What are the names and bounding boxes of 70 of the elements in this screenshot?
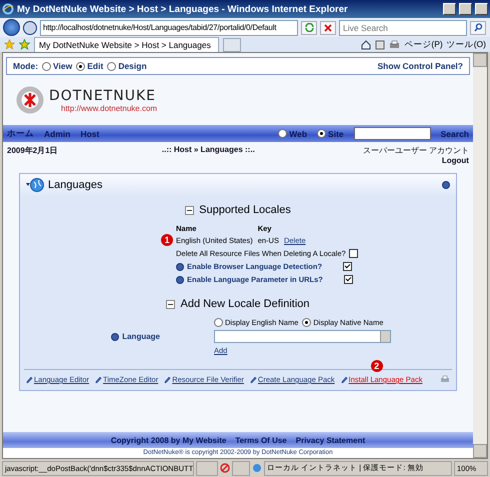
star-icon[interactable] xyxy=(4,39,15,50)
mode-option[interactable]: Edit xyxy=(87,61,104,71)
help-icon[interactable] xyxy=(111,332,120,340)
control-panel-link[interactable]: Show Control Panel? xyxy=(378,61,463,71)
help-icon[interactable] xyxy=(176,276,184,284)
toolbar-menu[interactable]: ツール(O) xyxy=(446,38,486,50)
logout-link[interactable]: Logout xyxy=(442,156,469,165)
mode-label: Mode: xyxy=(13,61,38,71)
footer-link[interactable]: Privacy Statement xyxy=(296,436,366,444)
refresh-button[interactable] xyxy=(301,20,317,34)
mode-option[interactable]: Design xyxy=(118,61,147,71)
browser-logo-icon xyxy=(2,3,14,15)
help-icon[interactable] xyxy=(176,262,184,270)
logo-text: DOTNETNUKE xyxy=(49,88,157,104)
callout-marker: 2 xyxy=(370,360,383,372)
mode-option[interactable]: View xyxy=(53,61,72,71)
footer-link[interactable]: Copyright 2008 by My Website xyxy=(110,436,226,444)
collapse-icon[interactable] xyxy=(185,206,194,214)
close-button[interactable] xyxy=(475,3,488,15)
user-name[interactable]: スーパーユーザー アカウント xyxy=(362,146,469,155)
blocked-icon xyxy=(220,463,230,473)
pencil-icon xyxy=(95,376,102,384)
address-field[interactable]: http://localhost/dotnetnuke/Host/Languages/tabid/27/portalid/0/Default xyxy=(40,20,298,36)
radio-button[interactable] xyxy=(76,62,86,70)
section-title: Add New Locale Definition xyxy=(180,298,310,310)
radio-button[interactable] xyxy=(42,62,52,70)
radio-button[interactable] xyxy=(278,129,288,138)
toolbar-menu[interactable]: ページ(P) xyxy=(404,38,443,50)
module-title: Languages xyxy=(48,179,104,191)
stop-button[interactable] xyxy=(320,20,336,34)
home-icon[interactable] xyxy=(361,40,372,50)
scrollbar[interactable] xyxy=(473,53,487,458)
site-search-field[interactable] xyxy=(354,127,431,140)
footer-link[interactable]: Terms Of Use xyxy=(235,436,287,444)
maximize-button[interactable] xyxy=(459,3,472,15)
radio-button[interactable] xyxy=(302,318,312,327)
collapse-icon[interactable] xyxy=(166,300,176,308)
search-field[interactable]: Live Search xyxy=(339,20,467,36)
pencil-icon xyxy=(250,376,257,384)
date-text: 2009年2月1日 xyxy=(7,145,58,156)
forward-button[interactable] xyxy=(23,20,37,34)
printer-icon[interactable] xyxy=(389,40,400,50)
search-button[interactable] xyxy=(470,20,486,34)
minimize-button[interactable] xyxy=(443,3,456,15)
section-title: Supported Locales xyxy=(199,204,291,216)
callout-marker: 1 xyxy=(161,234,173,246)
logo-icon xyxy=(15,85,45,115)
back-button[interactable] xyxy=(3,19,20,36)
pencil-icon xyxy=(164,376,172,384)
breadcrumb: ..:: Host » Languages ::.. xyxy=(162,145,255,154)
checkbox[interactable] xyxy=(348,249,358,258)
checkbox[interactable] xyxy=(344,275,353,284)
field-label: Language xyxy=(122,332,160,341)
status-panel xyxy=(196,460,218,476)
refresh-icon xyxy=(304,23,314,32)
help-icon[interactable] xyxy=(442,181,450,189)
radio-button[interactable] xyxy=(214,318,223,327)
pencil-icon xyxy=(340,376,348,384)
logo-url[interactable]: http://www.dotnetnuke.com xyxy=(49,104,158,112)
pencil-icon xyxy=(26,376,33,384)
checkbox[interactable] xyxy=(343,262,352,271)
radio-button[interactable] xyxy=(317,129,326,138)
window-title: My DotNetNuke Website > Host > Languages - Windows Internet Explorer xyxy=(17,4,349,14)
status-panel xyxy=(232,460,250,476)
close-icon xyxy=(324,24,332,32)
add-favorite-icon[interactable] xyxy=(19,39,30,50)
print-module-icon[interactable] xyxy=(440,375,450,384)
radio-button[interactable] xyxy=(107,62,116,70)
search-icon xyxy=(474,23,482,32)
browser-tab[interactable]: My DotNetNuke Website > Host > Languages xyxy=(34,36,219,52)
